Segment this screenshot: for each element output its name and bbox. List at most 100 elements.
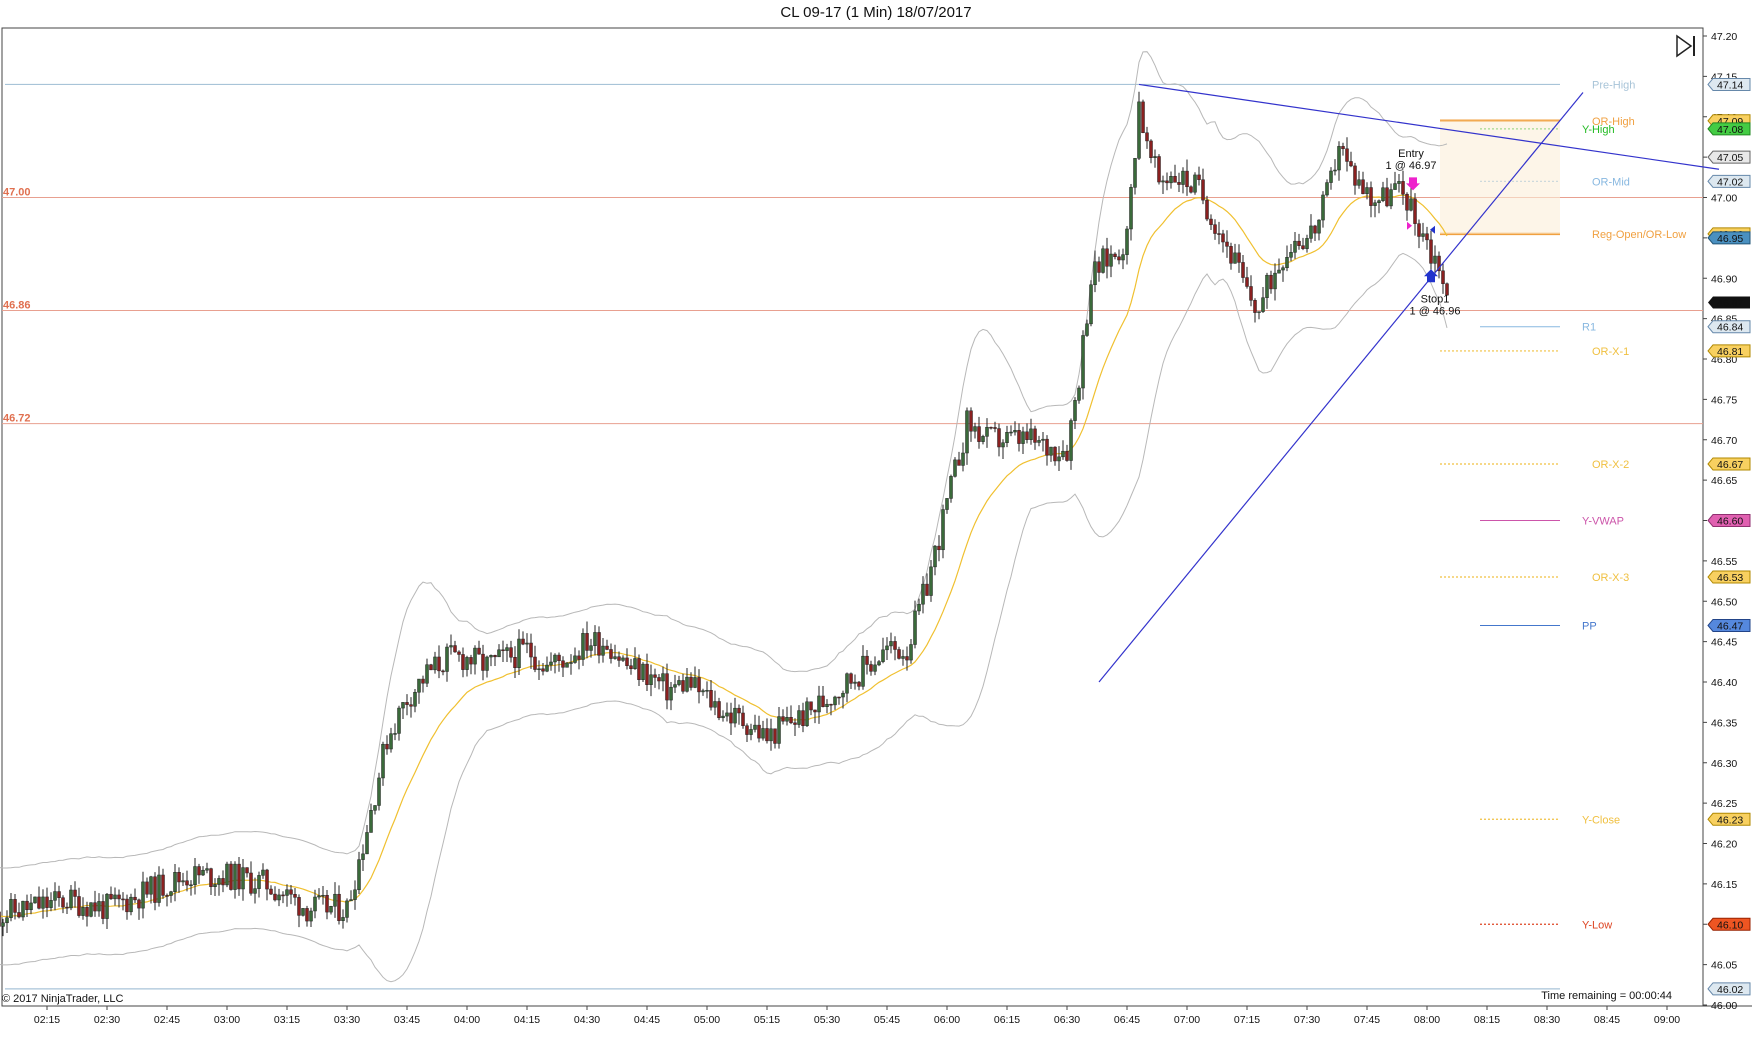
price-tag: 47.05 (1707, 150, 1751, 164)
candle (1117, 256, 1121, 261)
candle (909, 644, 913, 661)
candle (481, 653, 485, 671)
y-tick-label: 47.00 (1711, 193, 1737, 205)
candle (589, 645, 593, 651)
candle (741, 712, 745, 726)
candle (1109, 253, 1113, 267)
candle (445, 646, 449, 672)
candle (165, 895, 169, 897)
candle (1253, 300, 1257, 313)
candle (949, 476, 953, 499)
candle (917, 603, 921, 612)
play-to-end-icon[interactable] (1673, 33, 1699, 59)
candle (593, 632, 597, 646)
candle (85, 907, 89, 917)
candle (653, 674, 657, 678)
candle (101, 901, 105, 919)
svg-text:47.02: 47.02 (1717, 176, 1743, 188)
candle (597, 632, 601, 656)
candle (1201, 179, 1205, 201)
candle (93, 902, 97, 912)
candle (29, 902, 33, 911)
candle (293, 894, 297, 898)
candle (1129, 187, 1133, 230)
candle (81, 907, 85, 916)
level-label: Y-Low (1582, 919, 1612, 931)
candle (229, 863, 233, 890)
candle (1213, 224, 1217, 234)
level-label: PP (1582, 620, 1597, 632)
candle (617, 656, 621, 661)
candle (957, 459, 961, 466)
candle (465, 657, 469, 670)
price-chart[interactable]: 47.2047.1547.1047.0547.0046.9546.9046.85… (0, 0, 1752, 1054)
price-tag: 46.02 (1707, 982, 1751, 996)
candle (241, 867, 245, 890)
candle (145, 881, 149, 895)
candle (361, 853, 365, 860)
candle (49, 900, 53, 908)
level-label: OR-X-3 (1592, 572, 1629, 584)
candle (821, 695, 825, 707)
candle (1345, 148, 1349, 162)
candle (1261, 297, 1265, 312)
candle (89, 902, 93, 917)
candle (745, 725, 749, 735)
candle (65, 906, 69, 909)
candle (881, 649, 885, 662)
candle (889, 641, 893, 647)
price-tag: 46.47 (1707, 618, 1751, 632)
candle (413, 691, 417, 707)
candle (249, 872, 253, 894)
x-tick-label: 06:00 (934, 1014, 960, 1026)
candle (5, 917, 9, 924)
candle (1185, 170, 1189, 188)
candle (1177, 182, 1181, 185)
candle (273, 893, 277, 901)
candle (345, 900, 349, 918)
candle (153, 876, 157, 903)
entry-marker-icon (1407, 221, 1412, 230)
candle (289, 889, 293, 895)
candle (897, 649, 901, 659)
candle (417, 678, 421, 693)
candle (1365, 187, 1369, 195)
candle (805, 701, 809, 727)
candle (1009, 431, 1013, 434)
candle (105, 893, 109, 919)
ema-line (0, 194, 1448, 918)
candle (513, 657, 517, 668)
candle (577, 655, 581, 660)
candle (677, 680, 681, 685)
candle (497, 649, 501, 658)
candle (217, 878, 221, 885)
x-tick-label: 07:30 (1294, 1014, 1320, 1026)
candle (817, 695, 821, 713)
x-tick-label: 08:30 (1534, 1014, 1560, 1026)
candle (509, 647, 513, 658)
candle (1325, 182, 1329, 196)
candle (1433, 255, 1437, 264)
candle (97, 901, 101, 912)
candle (197, 866, 201, 876)
candle (313, 896, 317, 912)
candle (925, 583, 929, 596)
svg-text:46.53: 46.53 (1717, 572, 1743, 584)
svg-text:47.14: 47.14 (1717, 79, 1743, 91)
candle (1425, 233, 1429, 241)
candle (1241, 262, 1245, 278)
candle (337, 893, 341, 921)
candle (701, 690, 705, 693)
candle (1361, 179, 1365, 195)
level-label: OR-X-1 (1592, 346, 1629, 358)
candle (225, 863, 229, 886)
candle (781, 716, 785, 722)
svg-text:47.08: 47.08 (1717, 124, 1743, 136)
price-level-label: 47.00 (3, 187, 31, 199)
candle (129, 896, 133, 913)
candle (1369, 187, 1373, 206)
candle (833, 696, 837, 706)
candle (505, 647, 509, 651)
candle (1225, 241, 1229, 247)
x-tick-label: 08:15 (1474, 1014, 1500, 1026)
